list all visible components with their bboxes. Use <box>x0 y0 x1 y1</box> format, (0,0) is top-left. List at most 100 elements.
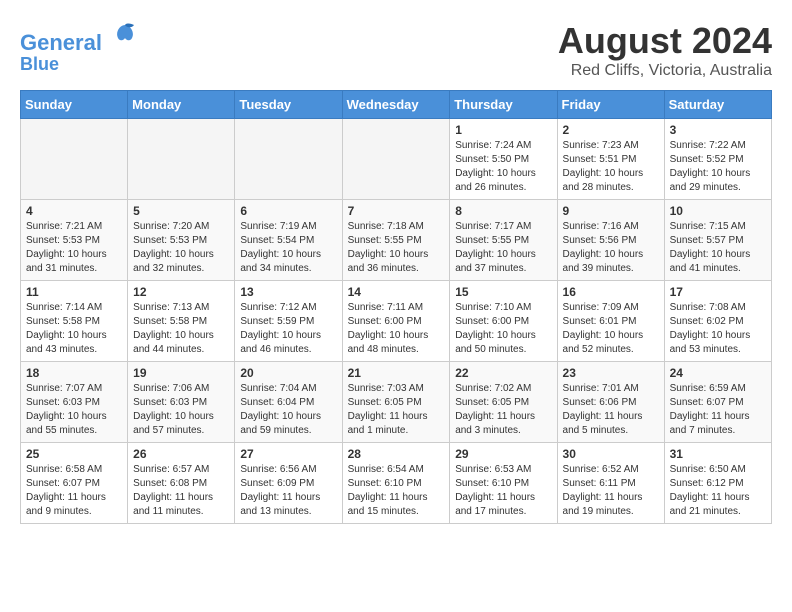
day-number: 8 <box>455 204 551 218</box>
calendar-cell: 21Sunrise: 7:03 AM Sunset: 6:05 PM Dayli… <box>342 362 450 443</box>
calendar-cell: 25 Sunrise: 6:58 AM Sunset: 6:07 PM Dayli… <box>21 443 128 524</box>
col-header-saturday: Saturday <box>664 91 771 119</box>
calendar-cell: 24Sunrise: 6:59 AM Sunset: 6:07 PM Dayli… <box>664 362 771 443</box>
day-number: 22 <box>455 366 551 380</box>
logo-general: General <box>20 30 102 55</box>
calendar-cell: 20 Sunrise: 7:04 AM Sunset: 6:04 PM Dayli… <box>235 362 342 443</box>
calendar-cell: 12 Sunrise: 7:13 AM Sunset: 5:58 PM Dayli… <box>128 281 235 362</box>
calendar-cell: 23 Sunrise: 7:01 AM Sunset: 6:06 PM Dayli… <box>557 362 664 443</box>
col-header-tuesday: Tuesday <box>235 91 342 119</box>
day-info: Sunrise: 7:23 AM Sunset: 5:51 PM Dayligh… <box>563 139 659 195</box>
page-header: General Blue August 2024 Red Cliffs, Vic… <box>20 20 772 80</box>
day-number: 13 <box>240 285 336 299</box>
col-header-sunday: Sunday <box>21 91 128 119</box>
day-number: 29 <box>455 447 551 461</box>
title-block: August 2024 Red Cliffs, Victoria, Austra… <box>558 20 772 80</box>
day-info: Sunrise: 7:14 AM Sunset: 5:58 PM Dayligh… <box>26 301 122 357</box>
week-row-4: 18Sunrise: 7:07 AM Sunset: 6:03 PM Dayli… <box>21 362 772 443</box>
day-number: 15 <box>455 285 551 299</box>
day-info: Sunrise: 7:12 AM Sunset: 5:59 PM Dayligh… <box>240 301 336 357</box>
day-info: Sunrise: 7:06 AM Sunset: 6:03 PM Dayligh… <box>133 382 229 438</box>
calendar-cell <box>342 119 450 200</box>
calendar-cell: 15 Sunrise: 7:10 AM Sunset: 6:00 PM Dayli… <box>450 281 557 362</box>
day-info: Sunrise: 7:17 AM Sunset: 5:55 PM Dayligh… <box>455 220 551 276</box>
day-number: 16 <box>563 285 659 299</box>
day-info: Sunrise: 7:10 AM Sunset: 6:00 PM Dayligh… <box>455 301 551 357</box>
calendar-cell: 6Sunrise: 7:19 AM Sunset: 5:54 PM Daylig… <box>235 200 342 281</box>
day-number: 5 <box>133 204 229 218</box>
col-header-friday: Friday <box>557 91 664 119</box>
calendar-cell: 8 Sunrise: 7:17 AM Sunset: 5:55 PM Daylig… <box>450 200 557 281</box>
day-info: Sunrise: 7:04 AM Sunset: 6:04 PM Dayligh… <box>240 382 336 438</box>
calendar-cell: 22 Sunrise: 7:02 AM Sunset: 6:05 PM Dayli… <box>450 362 557 443</box>
calendar-cell: 16 Sunrise: 7:09 AM Sunset: 6:01 PM Dayli… <box>557 281 664 362</box>
day-number: 11 <box>26 285 122 299</box>
day-number: 2 <box>563 123 659 137</box>
calendar-cell: 29 Sunrise: 6:53 AM Sunset: 6:10 PM Dayli… <box>450 443 557 524</box>
calendar-cell: 27Sunrise: 6:56 AM Sunset: 6:09 PM Dayli… <box>235 443 342 524</box>
calendar-cell: 4 Sunrise: 7:21 AM Sunset: 5:53 PM Daylig… <box>21 200 128 281</box>
day-number: 17 <box>670 285 766 299</box>
day-number: 14 <box>348 285 445 299</box>
day-info: Sunrise: 7:22 AM Sunset: 5:52 PM Dayligh… <box>670 139 766 195</box>
day-info: Sunrise: 7:01 AM Sunset: 6:06 PM Dayligh… <box>563 382 659 438</box>
day-number: 25 <box>26 447 122 461</box>
week-row-5: 25 Sunrise: 6:58 AM Sunset: 6:07 PM Dayli… <box>21 443 772 524</box>
logo: General Blue <box>20 20 140 75</box>
day-number: 12 <box>133 285 229 299</box>
col-header-thursday: Thursday <box>450 91 557 119</box>
day-info: Sunrise: 6:50 AM Sunset: 6:12 PM Dayligh… <box>670 463 766 519</box>
day-info: Sunrise: 7:11 AM Sunset: 6:00 PM Dayligh… <box>348 301 445 357</box>
col-header-monday: Monday <box>128 91 235 119</box>
month-year-title: August 2024 <box>558 20 772 62</box>
day-number: 3 <box>670 123 766 137</box>
calendar-cell: 26Sunrise: 6:57 AM Sunset: 6:08 PM Dayli… <box>128 443 235 524</box>
calendar-cell: 18Sunrise: 7:07 AM Sunset: 6:03 PM Dayli… <box>21 362 128 443</box>
calendar-cell: 17Sunrise: 7:08 AM Sunset: 6:02 PM Dayli… <box>664 281 771 362</box>
calendar-cell: 5 Sunrise: 7:20 AM Sunset: 5:53 PM Daylig… <box>128 200 235 281</box>
calendar-cell <box>128 119 235 200</box>
calendar-cell: 9Sunrise: 7:16 AM Sunset: 5:56 PM Daylig… <box>557 200 664 281</box>
location-subtitle: Red Cliffs, Victoria, Australia <box>558 62 772 80</box>
day-info: Sunrise: 6:53 AM Sunset: 6:10 PM Dayligh… <box>455 463 551 519</box>
day-number: 20 <box>240 366 336 380</box>
calendar-cell: 2 Sunrise: 7:23 AM Sunset: 5:51 PM Daylig… <box>557 119 664 200</box>
day-info: Sunrise: 6:58 AM Sunset: 6:07 PM Dayligh… <box>26 463 122 519</box>
day-info: Sunrise: 7:16 AM Sunset: 5:56 PM Dayligh… <box>563 220 659 276</box>
day-number: 1 <box>455 123 551 137</box>
day-number: 10 <box>670 204 766 218</box>
day-info: Sunrise: 7:09 AM Sunset: 6:01 PM Dayligh… <box>563 301 659 357</box>
day-number: 23 <box>563 366 659 380</box>
day-number: 30 <box>563 447 659 461</box>
week-row-1: 1Sunrise: 7:24 AM Sunset: 5:50 PM Daylig… <box>21 119 772 200</box>
day-number: 28 <box>348 447 445 461</box>
day-info: Sunrise: 6:52 AM Sunset: 6:11 PM Dayligh… <box>563 463 659 519</box>
calendar-cell: 31 Sunrise: 6:50 AM Sunset: 6:12 PM Dayli… <box>664 443 771 524</box>
logo-blue: Blue <box>20 55 140 75</box>
day-info: Sunrise: 6:54 AM Sunset: 6:10 PM Dayligh… <box>348 463 445 519</box>
calendar-cell <box>21 119 128 200</box>
day-number: 4 <box>26 204 122 218</box>
day-info: Sunrise: 6:59 AM Sunset: 6:07 PM Dayligh… <box>670 382 766 438</box>
day-info: Sunrise: 7:21 AM Sunset: 5:53 PM Dayligh… <box>26 220 122 276</box>
calendar-cell: 1Sunrise: 7:24 AM Sunset: 5:50 PM Daylig… <box>450 119 557 200</box>
day-info: Sunrise: 7:20 AM Sunset: 5:53 PM Dayligh… <box>133 220 229 276</box>
calendar-cell: 30 Sunrise: 6:52 AM Sunset: 6:11 PM Dayli… <box>557 443 664 524</box>
logo-bird-icon <box>110 20 140 50</box>
calendar-cell: 13 Sunrise: 7:12 AM Sunset: 5:59 PM Dayli… <box>235 281 342 362</box>
day-info: Sunrise: 7:18 AM Sunset: 5:55 PM Dayligh… <box>348 220 445 276</box>
calendar-cell <box>235 119 342 200</box>
calendar-cell: 19Sunrise: 7:06 AM Sunset: 6:03 PM Dayli… <box>128 362 235 443</box>
day-number: 7 <box>348 204 445 218</box>
calendar-cell: 28 Sunrise: 6:54 AM Sunset: 6:10 PM Dayli… <box>342 443 450 524</box>
col-header-wednesday: Wednesday <box>342 91 450 119</box>
week-row-3: 11 Sunrise: 7:14 AM Sunset: 5:58 PM Dayli… <box>21 281 772 362</box>
week-row-2: 4 Sunrise: 7:21 AM Sunset: 5:53 PM Daylig… <box>21 200 772 281</box>
calendar-cell: 14 Sunrise: 7:11 AM Sunset: 6:00 PM Dayli… <box>342 281 450 362</box>
day-info: Sunrise: 7:02 AM Sunset: 6:05 PM Dayligh… <box>455 382 551 438</box>
day-info: Sunrise: 7:13 AM Sunset: 5:58 PM Dayligh… <box>133 301 229 357</box>
day-info: Sunrise: 7:07 AM Sunset: 6:03 PM Dayligh… <box>26 382 122 438</box>
calendar-table: SundayMondayTuesdayWednesdayThursdayFrid… <box>20 90 772 524</box>
calendar-cell: 10Sunrise: 7:15 AM Sunset: 5:57 PM Dayli… <box>664 200 771 281</box>
day-number: 31 <box>670 447 766 461</box>
